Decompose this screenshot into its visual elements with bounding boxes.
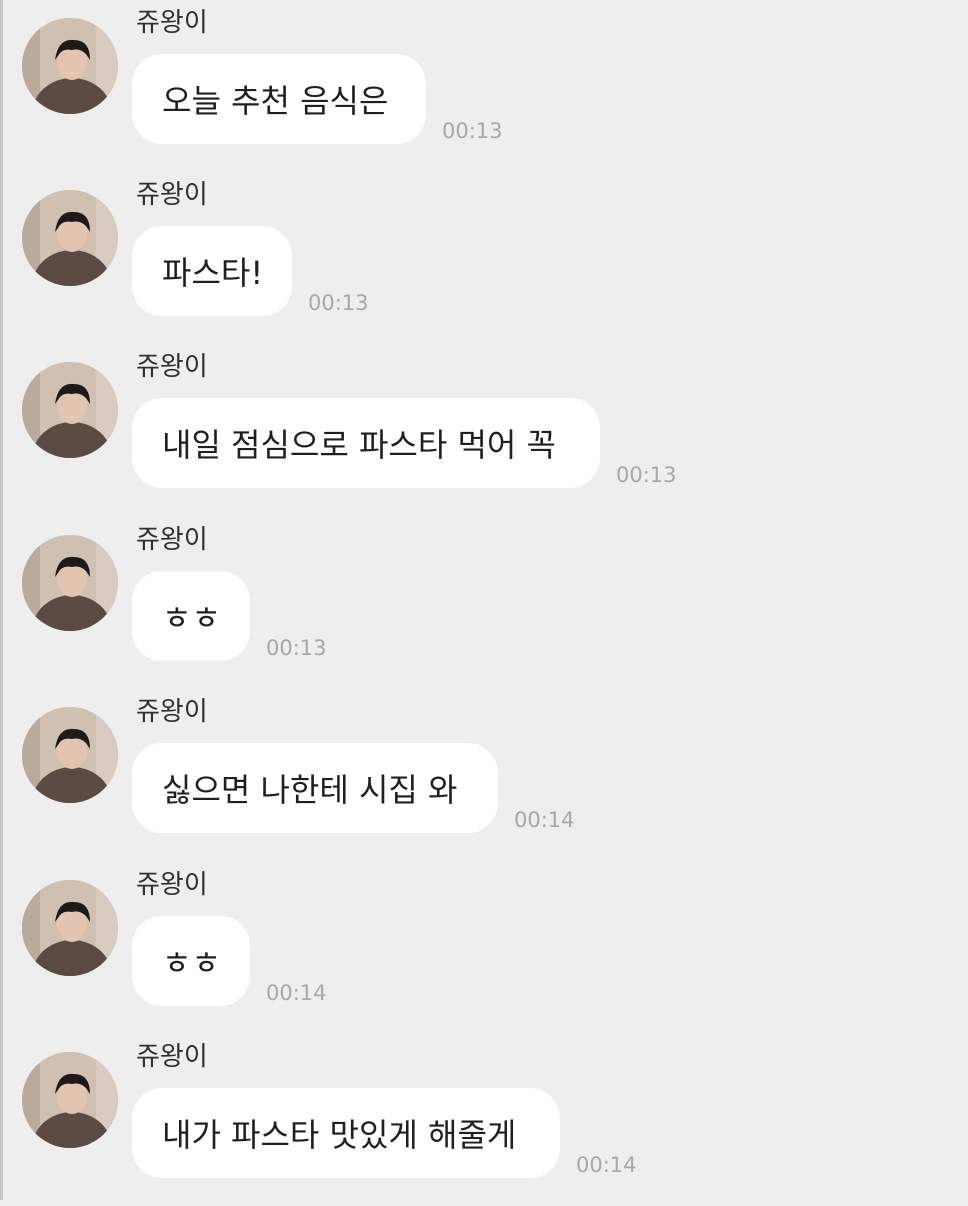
avatar[interactable] [22, 535, 118, 631]
sender-name: 쥬왕이 [136, 525, 208, 555]
avatar[interactable] [22, 707, 118, 803]
avatar[interactable] [22, 362, 118, 458]
chat-message: 쥬왕이 파스타! 00:13 [0, 172, 968, 344]
message-timestamp: 00:13 [616, 463, 677, 487]
chat-message: 쥬왕이 오늘 추천 음식은 00:13 [0, 0, 968, 172]
message-timestamp: 00:13 [442, 119, 503, 143]
avatar[interactable] [22, 1052, 118, 1148]
message-bubble[interactable]: 내가 파스타 맛있게 해줄게 [132, 1088, 560, 1178]
sender-name: 쥬왕이 [136, 8, 208, 38]
message-bubble[interactable]: 오늘 추천 음식은 [132, 54, 426, 144]
chat-message: 쥬왕이 내가 파스타 맛있게 해줄게 00:14 [0, 1034, 968, 1206]
message-bubble[interactable]: ㅎㅎ [132, 916, 250, 1006]
sender-name: 쥬왕이 [136, 870, 208, 900]
avatar[interactable] [22, 880, 118, 976]
message-bubble[interactable]: ㅎㅎ [132, 571, 250, 661]
message-timestamp: 00:13 [308, 291, 369, 315]
message-timestamp: 00:14 [576, 1153, 637, 1177]
avatar[interactable] [22, 18, 118, 114]
chat-message: 쥬왕이 ㅎㅎ 00:14 [0, 862, 968, 1034]
message-bubble[interactable]: 파스타! [132, 226, 292, 316]
sender-name: 쥬왕이 [136, 180, 208, 210]
message-bubble[interactable]: 내일 점심으로 파스타 먹어 꼭 [132, 398, 600, 488]
avatar[interactable] [22, 190, 118, 286]
sender-name: 쥬왕이 [136, 697, 208, 727]
sender-name: 쥬왕이 [136, 352, 208, 382]
message-bubble[interactable]: 싫으면 나한테 시집 와 [132, 743, 498, 833]
chat-message: 쥬왕이 내일 점심으로 파스타 먹어 꼭 00:13 [0, 344, 968, 516]
message-timestamp: 00:14 [266, 981, 327, 1005]
chat-message: 쥬왕이 ㅎㅎ 00:13 [0, 517, 968, 689]
sender-name: 쥬왕이 [136, 1042, 208, 1072]
message-timestamp: 00:14 [514, 808, 575, 832]
chat-message: 쥬왕이 싫으면 나한테 시집 와 00:14 [0, 689, 968, 861]
message-timestamp: 00:13 [266, 636, 327, 660]
